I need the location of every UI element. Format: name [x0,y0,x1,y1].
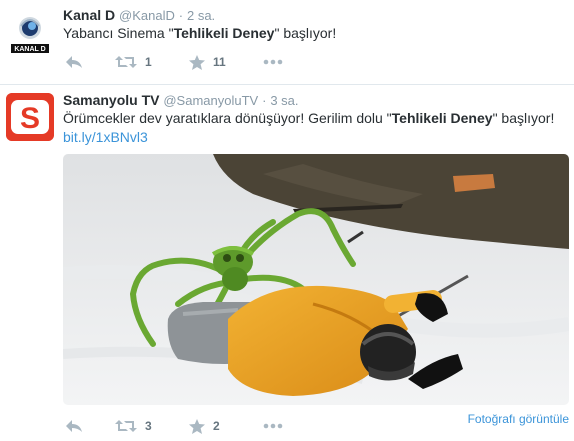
retweet-button[interactable]: 1 [115,52,152,72]
movie-still-image [63,154,569,405]
tweet-text-pre: Yabancı Sinema " [63,25,174,41]
reply-button[interactable] [65,52,83,72]
samanyolu-tv-avatar[interactable]: S [6,93,54,141]
tweet-header: Kanal D @KanalD · 2 sa. [63,6,215,25]
tweet-text: Örümcekler dev yaratıklara dönüşüyor! Ge… [63,109,570,147]
favorite-count: 11 [213,55,226,69]
reply-icon [66,420,82,432]
tweet-text-bold: Tehlikeli Deney [391,110,493,126]
retweet-count: 3 [145,419,152,433]
kanal-d-logo-text: KANAL D [14,46,45,53]
star-icon [189,418,205,434]
tweet-time[interactable]: 3 sa. [270,93,298,108]
more-button[interactable] [263,416,283,436]
author-handle[interactable]: @KanalD [119,8,175,23]
separator-dot: · [178,8,184,23]
tweet-text-pre: Örümcekler dev yaratıklara dönüşüyor! Ge… [63,110,392,126]
samanyolu-tv-logo-icon: S [6,93,54,141]
view-photo-link[interactable]: Fotoğrafı görüntüle [468,412,569,426]
tweet-samanyolu-tv[interactable]: S Samanyolu TV @SamanyoluTV · 3 sa. Örüm… [0,85,574,441]
favorite-count: 2 [213,419,220,433]
separator-dot: · [262,93,267,108]
tweet-text: Yabancı Sinema "Tehlikeli Deney" başlıyo… [63,24,570,43]
tweet-photo[interactable] [63,154,569,405]
author-handle[interactable]: @SamanyoluTV [163,93,258,108]
tweet-text-post: " başlıyor! [274,25,337,41]
tweet-link[interactable]: bit.ly/1xBNvl3 [63,129,148,145]
retweet-icon [115,56,137,68]
retweet-count: 1 [145,55,152,69]
author-name[interactable]: Samanyolu TV [63,92,159,108]
tweet-time[interactable]: 2 sa. [187,8,215,23]
author-name[interactable]: Kanal D [63,7,115,23]
samanyolu-tv-logo-text: S [20,102,40,135]
tweet-text-post: " başlıyor! [492,110,555,126]
retweet-icon [115,420,137,432]
reply-button[interactable] [65,416,83,436]
tweet-text-bold: Tehlikeli Deney [173,25,275,41]
more-dots-icon [263,59,283,65]
favorite-button[interactable]: 2 [189,416,220,436]
tweet-kanal-d[interactable]: KANAL D Kanal D @KanalD · 2 sa. Yabancı … [0,0,574,85]
tweet-header: Samanyolu TV @SamanyoluTV · 3 sa. [63,91,299,110]
more-dots-icon [263,423,283,429]
retweet-button[interactable]: 3 [115,416,152,436]
reply-icon [66,56,82,68]
more-button[interactable] [263,52,283,72]
kanal-d-avatar[interactable]: KANAL D [6,10,54,58]
kanal-d-logo-icon: KANAL D [11,17,49,53]
star-icon [189,54,205,70]
favorite-button[interactable]: 11 [189,52,226,72]
